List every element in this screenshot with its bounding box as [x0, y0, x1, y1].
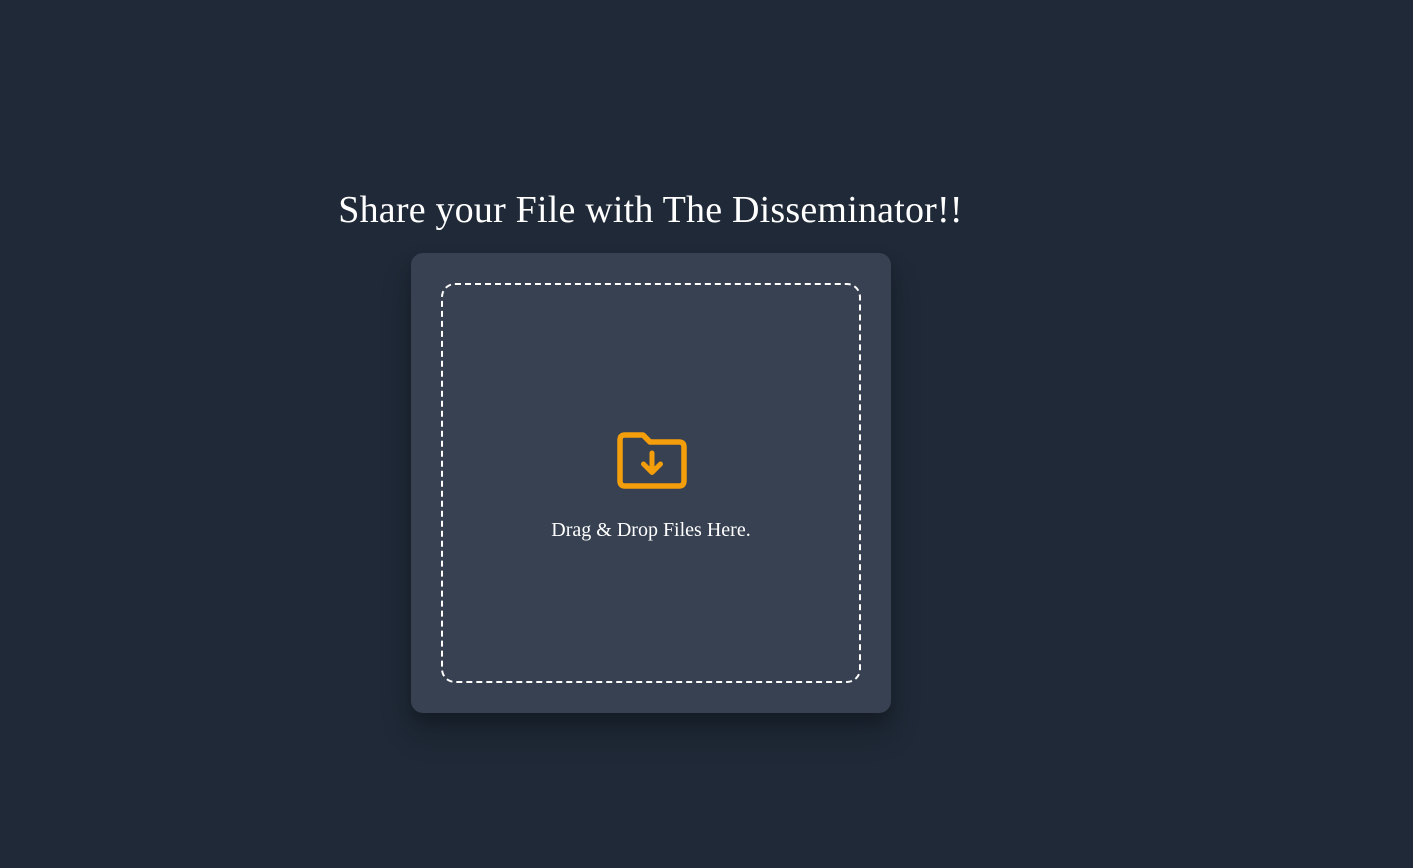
page-title: Share your File with The Disseminator!! [338, 189, 963, 231]
upload-card: Drag & Drop Files Here. [411, 253, 891, 713]
dropzone-label: Drag & Drop Files Here. [551, 519, 751, 541]
folder-download-icon [617, 432, 687, 489]
page: Share your File with The Disseminator!! … [0, 0, 1413, 868]
file-dropzone[interactable]: Drag & Drop Files Here. [441, 283, 861, 683]
